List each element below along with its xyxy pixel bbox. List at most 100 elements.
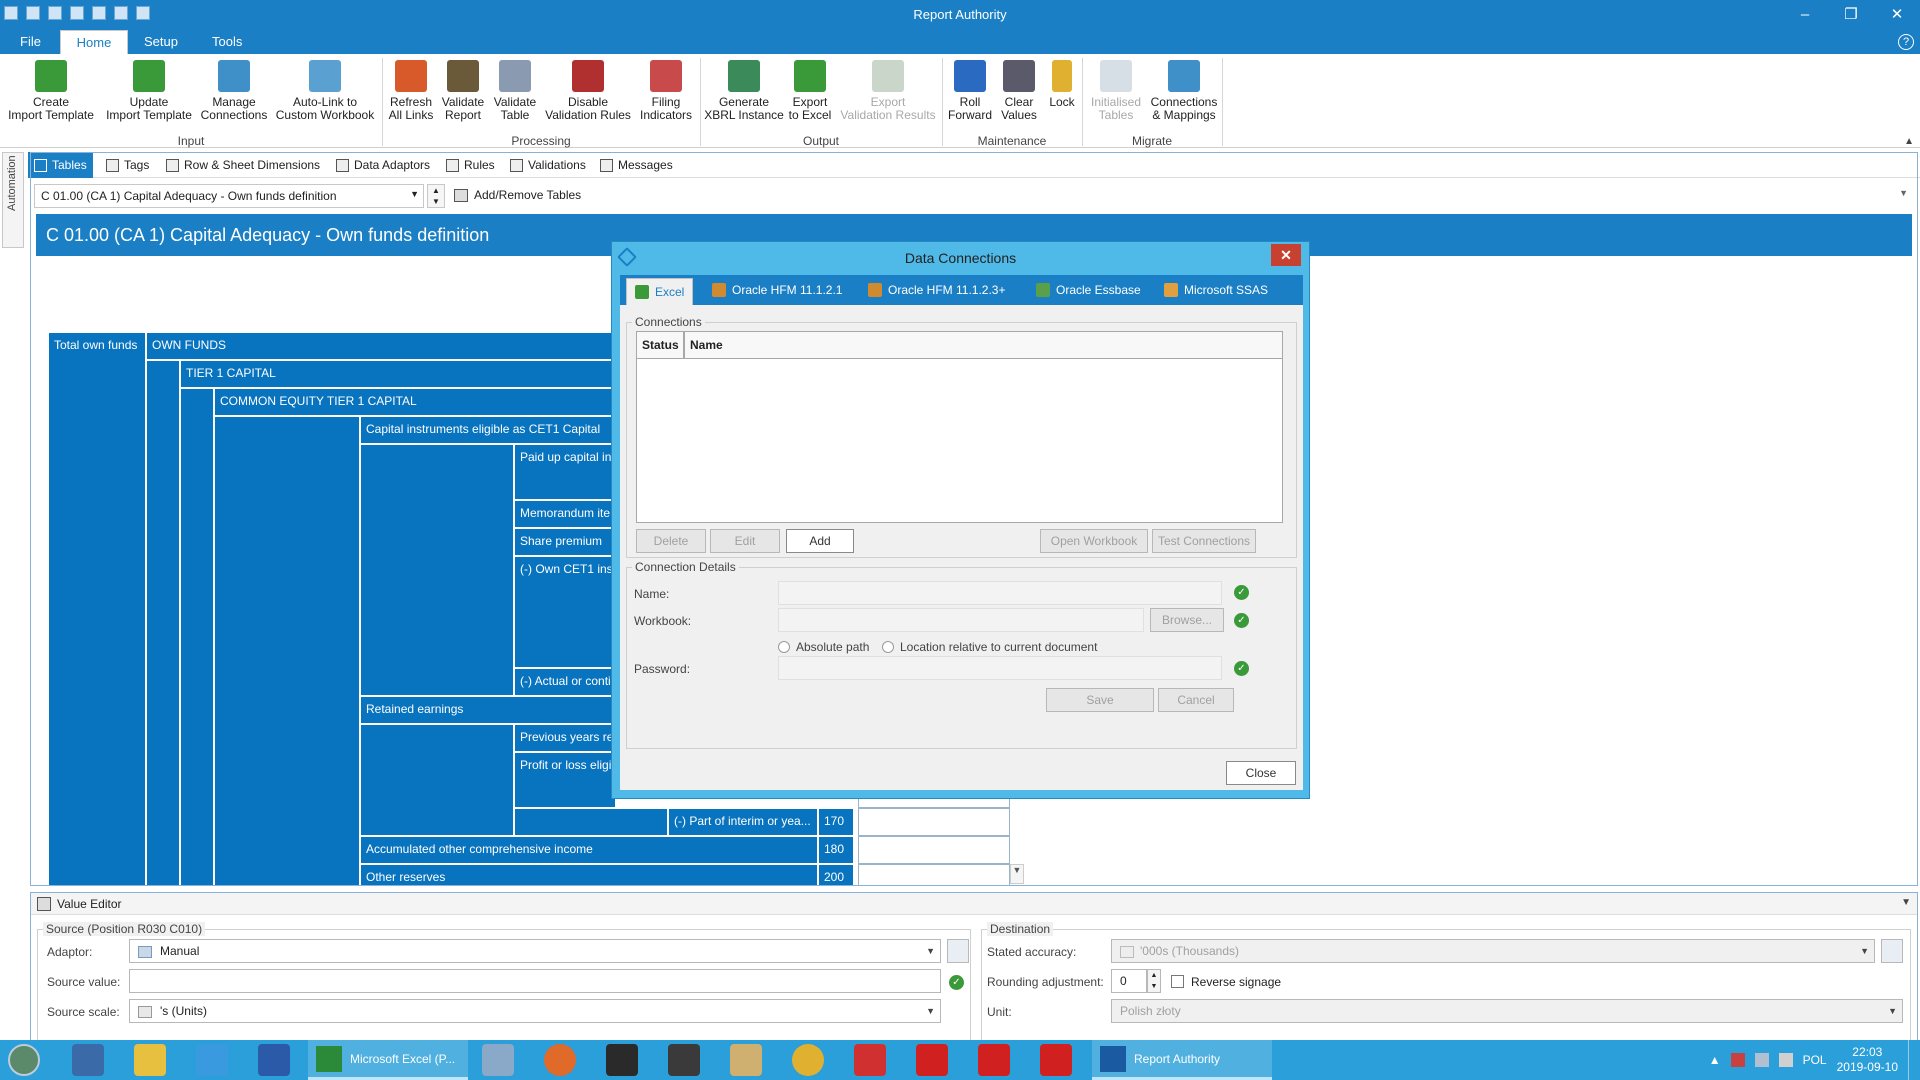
- tab-validations[interactable]: Validations: [510, 152, 586, 178]
- firefox-icon[interactable]: [544, 1044, 576, 1076]
- selector-dropdown-icon[interactable]: ▼: [1899, 188, 1908, 198]
- value-cell-200[interactable]: [858, 864, 1010, 886]
- tab-microsoft-ssas[interactable]: Microsoft SSAS: [1156, 275, 1276, 305]
- export-to-excel-button[interactable]: Export to Excel: [786, 60, 834, 122]
- cancel-button[interactable]: Cancel: [1158, 688, 1234, 712]
- tab-row-sheet-dimensions[interactable]: Row & Sheet Dimensions: [166, 152, 320, 178]
- menu-tools[interactable]: Tools: [198, 30, 256, 54]
- close-button[interactable]: Close: [1226, 761, 1296, 785]
- help-icon[interactable]: ?: [1898, 34, 1914, 50]
- browse-button[interactable]: Browse...: [1150, 608, 1224, 632]
- cell-own-cet1-instruments[interactable]: (-) Own CET1 inst: [514, 556, 616, 668]
- initialised-tables-button[interactable]: Initialised Tables: [1086, 60, 1146, 122]
- test-connections-button[interactable]: Test Connections: [1152, 529, 1256, 553]
- file-explorer-icon[interactable]: [134, 1044, 166, 1076]
- edit-button[interactable]: Edit: [710, 529, 780, 553]
- tab-messages[interactable]: Messages: [600, 152, 673, 178]
- menu-file[interactable]: File: [6, 30, 55, 54]
- automation-panel-tab[interactable]: Automation: [2, 152, 24, 248]
- tray-expand-icon[interactable]: ▲: [1709, 1053, 1721, 1067]
- auto-link-button[interactable]: Auto-Link to Custom Workbook: [272, 60, 378, 122]
- delete-button[interactable]: Delete: [636, 529, 706, 553]
- internet-explorer-icon[interactable]: [196, 1044, 228, 1076]
- accuracy-settings-icon[interactable]: [1881, 939, 1903, 963]
- database-icon[interactable]: [668, 1044, 700, 1076]
- cell-profit-loss[interactable]: Profit or loss eligi: [514, 752, 616, 808]
- relative-location-radio[interactable]: [882, 641, 894, 653]
- manage-connections-button[interactable]: Manage Connections: [198, 60, 270, 122]
- cell-other-reserves[interactable]: Other reserves: [360, 864, 818, 886]
- stated-accuracy-select[interactable]: '000s (Thousands) ▼: [1111, 939, 1875, 963]
- cell-previous-years[interactable]: Previous years ret: [514, 724, 616, 752]
- value-cell-180[interactable]: [858, 836, 1010, 864]
- cell-tier1-capital[interactable]: TIER 1 CAPITAL: [180, 360, 616, 388]
- validate-report-button[interactable]: Validate Report: [438, 60, 488, 122]
- tray-volume-icon[interactable]: [1778, 1053, 1793, 1067]
- unit-select[interactable]: Polish złoty ▼: [1111, 999, 1903, 1023]
- cell-actual-contingent[interactable]: (-) Actual or conti: [514, 668, 616, 696]
- disable-validation-rules-button[interactable]: Disable Validation Rules: [542, 60, 634, 122]
- add-button[interactable]: Add: [786, 529, 854, 553]
- tab-data-adaptors[interactable]: Data Adaptors: [336, 152, 430, 178]
- fc-app-icon[interactable]: [1040, 1044, 1072, 1076]
- menu-home[interactable]: Home: [60, 30, 128, 54]
- workbook-field[interactable]: [778, 608, 1144, 632]
- reverse-signage-checkbox[interactable]: [1171, 975, 1184, 988]
- tab-excel[interactable]: Excel: [626, 278, 694, 305]
- close-window-button[interactable]: ✕: [1874, 0, 1920, 30]
- collapse-panel-icon[interactable]: ▼: [1901, 897, 1911, 908]
- tab-oracle-hfm-1123[interactable]: Oracle HFM 11.1.2.3+: [860, 275, 1014, 305]
- cell-aoci[interactable]: Accumulated other comprehensive income: [360, 836, 818, 864]
- taskbar-report-authority-app[interactable]: Report Authority: [1092, 1040, 1272, 1080]
- chrome-icon[interactable]: [792, 1044, 824, 1076]
- cell-paid-up-capital[interactable]: Paid up capital in: [514, 444, 616, 500]
- table-select[interactable]: C 01.00 (CA 1) Capital Adequacy - Own fu…: [34, 184, 424, 208]
- connections-list[interactable]: [636, 331, 1283, 523]
- minimize-button[interactable]: –: [1782, 0, 1828, 30]
- tray-network-icon[interactable]: [1754, 1053, 1769, 1067]
- cell-own-funds[interactable]: OWN FUNDS: [146, 332, 616, 360]
- update-import-template-button[interactable]: Update Import Template: [102, 60, 196, 122]
- filing-indicators-button[interactable]: Filing Indicators: [636, 60, 696, 122]
- open-workbook-button[interactable]: Open Workbook: [1040, 529, 1148, 553]
- tab-tags[interactable]: Tags: [106, 152, 149, 178]
- adaptor-select[interactable]: Manual ▼: [129, 939, 941, 963]
- cell-capital-instruments[interactable]: Capital instruments eligible as CET1 Cap…: [360, 416, 616, 444]
- cell-part-interim[interactable]: (-) Part of interim or yea...: [668, 808, 818, 836]
- tab-rules[interactable]: Rules: [446, 152, 495, 178]
- notepad-icon[interactable]: [482, 1044, 514, 1076]
- clock[interactable]: 22:03 2019-09-10: [1837, 1045, 1898, 1075]
- scroll-down-icon[interactable]: ▼: [1010, 864, 1024, 884]
- table-spinner[interactable]: ▲ ▼: [427, 184, 445, 208]
- dialog-close-icon[interactable]: ✕: [1271, 244, 1301, 266]
- restore-button[interactable]: ❐: [1828, 0, 1874, 30]
- adaptor-settings-icon[interactable]: [947, 939, 969, 963]
- tray-flag-icon[interactable]: [1730, 1053, 1745, 1067]
- red-app-icon[interactable]: [854, 1044, 886, 1076]
- source-scale-select[interactable]: 's (Units) ▼: [129, 999, 941, 1023]
- rounding-adjustment-input[interactable]: 0: [1111, 969, 1147, 993]
- clear-values-button[interactable]: Clear Values: [996, 60, 1042, 122]
- validate-table-button[interactable]: Validate Table: [490, 60, 540, 122]
- cell-memorandum[interactable]: Memorandum ite: [514, 500, 616, 528]
- show-desktop-button[interactable]: [1908, 1040, 1912, 1080]
- language-indicator[interactable]: POL: [1803, 1053, 1827, 1067]
- column-status[interactable]: Status: [636, 331, 684, 359]
- cell-total-own-funds[interactable]: Total own funds: [48, 332, 146, 886]
- create-import-template-button[interactable]: Create Import Template: [4, 60, 98, 122]
- tab-tables[interactable]: Tables: [28, 152, 93, 178]
- cell-cet1-capital[interactable]: COMMON EQUITY TIER 1 CAPITAL: [214, 388, 616, 416]
- value-cell-170[interactable]: [858, 808, 1010, 836]
- generate-xbrl-instance-button[interactable]: Generate XBRL Instance: [704, 60, 784, 122]
- roll-forward-button[interactable]: Roll Forward: [946, 60, 994, 122]
- tab-oracle-hfm-1121[interactable]: Oracle HFM 11.1.2.1: [704, 275, 850, 305]
- rounding-stepper[interactable]: ▲ ▼: [1147, 969, 1161, 993]
- word-icon[interactable]: [258, 1044, 290, 1076]
- export-validation-results-button[interactable]: Export Validation Results: [836, 60, 940, 122]
- save-button[interactable]: Save: [1046, 688, 1154, 712]
- menu-setup[interactable]: Setup: [130, 30, 192, 54]
- refresh-all-links-button[interactable]: Refresh All Links: [386, 60, 436, 122]
- source-value-input[interactable]: [129, 969, 941, 993]
- tools-icon[interactable]: [730, 1044, 762, 1076]
- password-field[interactable]: [778, 656, 1222, 680]
